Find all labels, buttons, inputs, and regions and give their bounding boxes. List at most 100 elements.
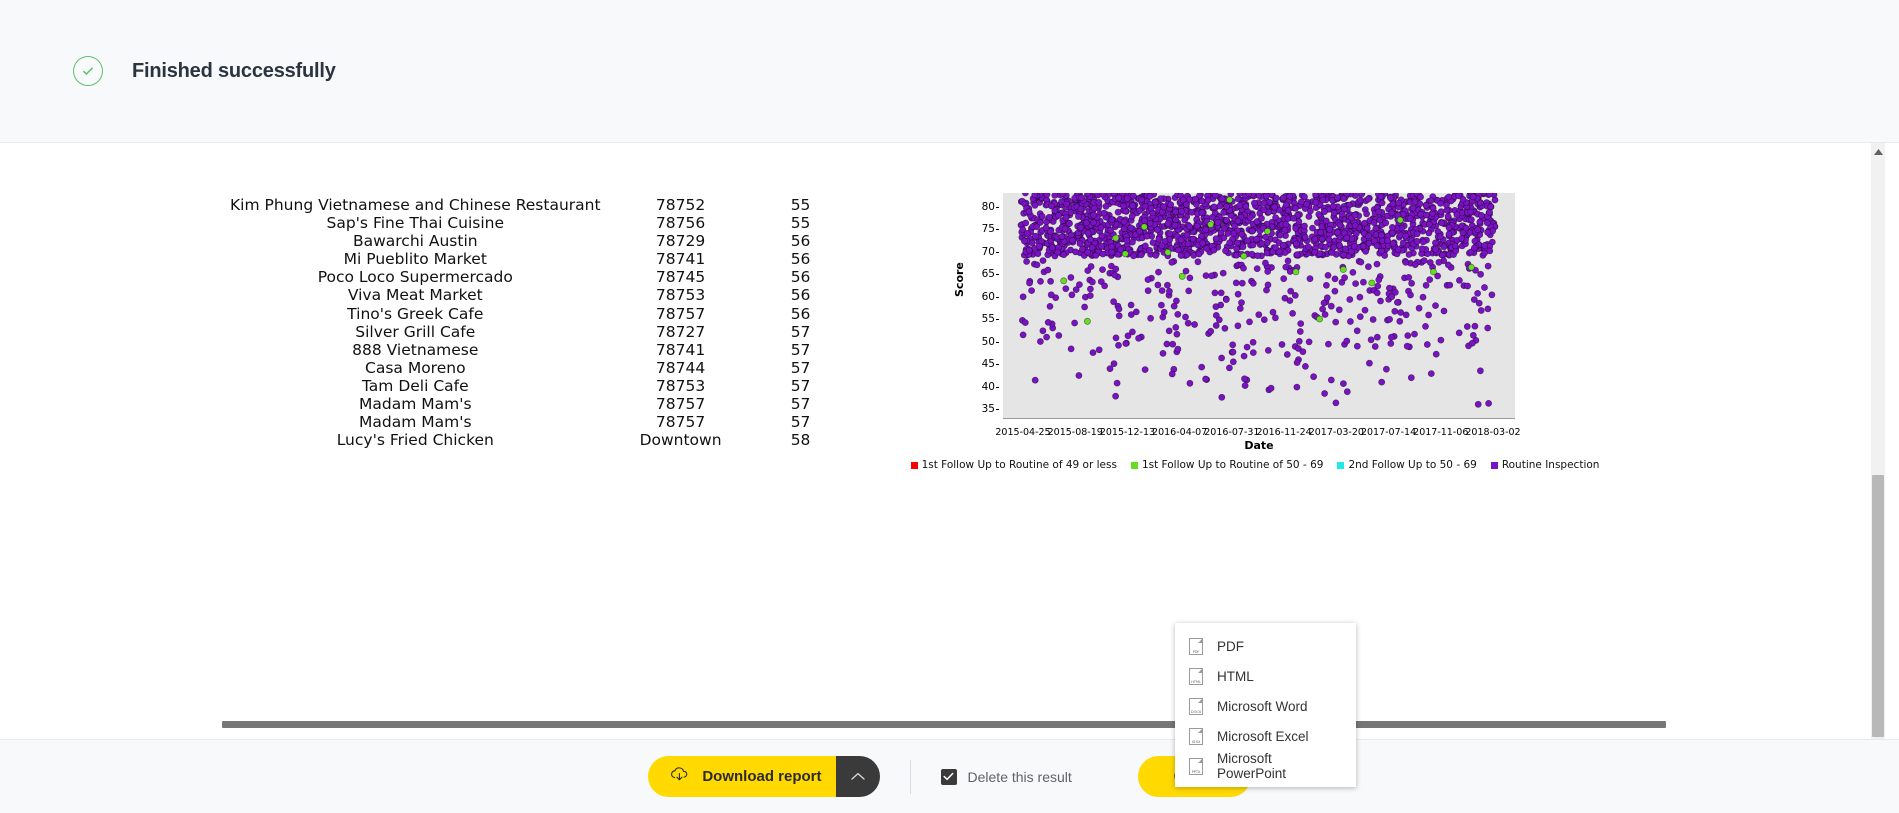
report-cell-name: Sap's Fine Thai Cuisine [326,214,505,233]
report-cell-zip: Downtown [639,431,722,450]
download-format-toggle[interactable] [835,756,880,797]
export-menu-item-microsoft-powerpoint[interactable]: PPTX Microsoft PowerPoint [1175,751,1356,781]
chart-x-axis-ticks: 2015-04-25 2015-08-19 2015-12-13 2016-04-07… [995,421,1520,438]
x-tick-label: 2017-07-14 [1360,427,1417,438]
report-cell-name: Mi Pueblito Market [343,250,487,269]
legend-item[interactable]: 1st Follow Up to Routine of 49 or less [910,459,1117,471]
export-format-menu[interactable]: PDF PDF HTML HTML DOCX Microsoft Word XLSX Micr… [1175,623,1356,787]
report-cell-score: 56 [790,232,811,251]
x-tick-label: 2016-04-07 [1152,427,1208,438]
horizontal-scrollbar[interactable] [222,721,1666,728]
table-row: Viva Meat Market 78753 56 [230,286,841,304]
x-tick-label: 2017-11-06 [1413,427,1469,438]
report-scroll-region[interactable]: Kim Phung Vietnamese and Chinese Restaur… [0,143,1899,739]
y-tick-label: 80 [981,200,1000,213]
delete-result-group[interactable]: Delete this result [940,768,1072,786]
y-tick-label: 60 [981,290,1000,303]
x-tick-label: 2015-08-19 [1047,427,1103,438]
report-cell-zip: 78741 [655,340,706,359]
report-cell-name: Silver Grill Cafe [355,322,476,341]
report-cell-zip: 78752 [655,196,706,214]
report-cell-score: 56 [790,268,811,287]
export-menu-item-label: PDF [1217,638,1244,654]
vertical-scrollbar-thumb[interactable] [1872,475,1884,737]
table-row: Madam Mam's 78757 57 [230,395,841,413]
report-cell-name: Madam Mam's [359,395,472,414]
y-tick-label: 75 [981,223,1000,235]
x-tick-label: 2018-03-02 [1465,427,1521,438]
delete-result-label: Delete this result [967,768,1072,785]
export-menu-item-html[interactable]: HTML HTML [1175,661,1356,691]
file-html-icon: HTML [1189,667,1203,685]
scroll-up-arrow-icon[interactable] [1871,146,1885,158]
file-pptx-icon: PPTX [1189,757,1203,775]
y-tick-label: 65 [981,268,1000,280]
report-cell-name: Tam Deli Cafe [361,376,469,395]
table-row: Silver Grill Cafe 78727 57 [230,323,841,341]
chart-x-axis-label: Date [1244,439,1274,452]
report-cell-zip: 78753 [655,286,706,305]
action-footer: Download report Delete this result [0,739,1899,813]
table-row: Madam Mam's 78757 57 [230,413,841,431]
report-cell-score: 57 [790,376,811,395]
delete-result-checkbox[interactable] [940,768,957,786]
x-tick-label: 2015-04-25 [995,427,1051,438]
legend-label: 1st Follow Up to Routine of 50 - 69 [1141,459,1324,471]
x-tick-label: 2016-11-24 [1256,427,1312,438]
legend-swatch-icon [1337,461,1345,469]
legend-item[interactable]: 1st Follow Up to Routine of 50 - 69 [1130,459,1324,471]
vertical-scrollbar[interactable] [1871,143,1885,739]
report-cell-zip: 78744 [655,358,706,377]
report-cell-name: Bawarchi Austin [352,232,478,251]
horizontal-scrollbar-thumb[interactable] [222,721,1666,728]
file-icon-tag: PDF [1192,649,1200,654]
legend-swatch-icon [1130,461,1138,469]
table-row: Casa Moreno 78744 57 [230,359,841,377]
score-by-date-scatter-chart: Score 35 40 45 50 55 60 65 70 75 80 2015-04-25 201… [910,193,1599,513]
report-cell-name: Viva Meat Market [347,286,483,305]
chart-legend: 1st Follow Up to Routine of 49 or less 1s… [910,459,1599,471]
table-row: Mi Pueblito Market 78741 56 [230,250,841,268]
table-row: Bawarchi Austin 78729 56 [230,232,841,250]
y-tick-label: 70 [981,245,1000,258]
export-menu-item-microsoft-excel[interactable]: XLSX Microsoft Excel [1175,721,1356,751]
x-tick-label: 2015-12-13 [1099,427,1156,438]
table-row: Tino's Greek Cafe 78757 56 [230,305,841,323]
status-header: Finished successfully [0,0,1899,143]
export-menu-item-pdf[interactable]: PDF PDF [1175,631,1356,661]
legend-item[interactable]: Routine Inspection [1490,459,1599,471]
table-row: Kim Phung Vietnamese and Chinese Restaur… [230,196,841,214]
report-cell-zip: 78757 [655,395,706,414]
report-cell-score: 55 [790,196,811,214]
legend-item[interactable]: 2nd Follow Up to 50 - 69 [1337,459,1477,471]
export-menu-item-microsoft-word[interactable]: DOCX Microsoft Word [1175,691,1356,721]
footer-actions: Download report Delete this result [648,756,1251,797]
file-docx-icon: DOCX [1189,697,1203,715]
legend-swatch-icon [910,461,918,469]
export-menu-item-label: HTML [1217,668,1254,684]
report-cell-score: 56 [790,304,811,323]
chart-x-axis-line [1003,418,1515,419]
checkmark-icon [943,768,954,786]
download-report-button[interactable]: Download report [648,756,848,797]
y-tick-label: 50 [981,335,1000,348]
report-cell-score: 55 [790,214,811,233]
cloud-download-icon [670,767,689,786]
report-cell-zip: 78753 [655,376,706,395]
report-cell-zip: 78741 [655,250,706,269]
y-tick-label: 40 [981,380,1000,393]
report-cell-name: Poco Loco Supermercado [317,268,513,287]
export-menu-item-label: Microsoft Excel [1217,728,1309,744]
legend-label: 1st Follow Up to Routine of 49 or less [921,459,1117,471]
file-icon-tag: PPTX [1191,769,1201,774]
report-cell-score: 57 [790,322,811,341]
report-cell-name: Madam Mam's [359,413,472,432]
export-menu-item-label: Microsoft PowerPoint [1217,751,1287,781]
page-title: Finished successfully [132,59,336,82]
report-cell-zip: 78756 [655,214,706,233]
legend-label: 2nd Follow Up to 50 - 69 [1348,459,1477,471]
report-cell-name: Casa Moreno [365,358,466,377]
table-row: Tam Deli Cafe 78753 57 [230,377,841,395]
y-tick-label: 35 [981,403,1000,415]
y-tick-label: 45 [981,358,1000,370]
